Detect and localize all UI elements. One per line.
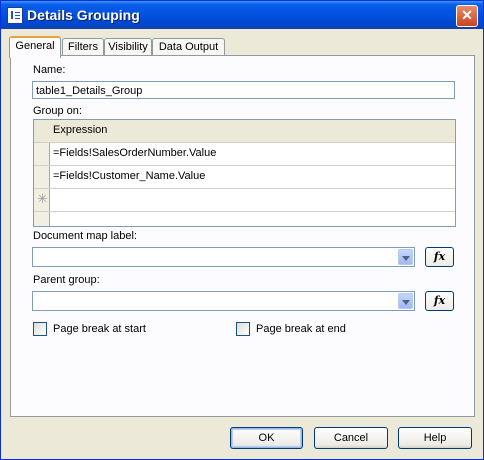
tab-visibility[interactable]: Visibility: [104, 38, 152, 56]
new-row[interactable]: ✳: [34, 189, 455, 212]
new-row-icon: ✳: [37, 191, 48, 206]
expression-cell[interactable]: =Fields!SalesOrderNumber.Value: [53, 147, 216, 159]
page-break-start-label: Page break at start: [53, 323, 146, 335]
page-break-start-checkbox[interactable]: Page break at start: [33, 322, 146, 336]
document-map-label: Document map label:: [33, 230, 137, 242]
parent-group-expression-button[interactable]: fx: [425, 291, 454, 311]
name-input[interactable]: table1_Details_Group: [32, 81, 455, 99]
checkbox-icon[interactable]: [33, 322, 47, 336]
document-map-expression-button[interactable]: fx: [425, 247, 454, 267]
ok-button[interactable]: OK: [230, 427, 303, 449]
title-bar[interactable]: Details Grouping ✕: [1, 1, 483, 29]
help-button[interactable]: Help: [398, 427, 472, 449]
tab-filters[interactable]: Filters: [62, 38, 104, 56]
document-map-combo[interactable]: [32, 247, 415, 267]
parent-group-combo[interactable]: [32, 291, 415, 311]
group-on-label: Group on:: [33, 105, 82, 117]
page-break-end-label: Page break at end: [256, 323, 346, 335]
close-button[interactable]: ✕: [456, 5, 478, 27]
name-label: Name:: [33, 64, 66, 76]
chevron-down-icon[interactable]: [398, 249, 413, 265]
details-grouping-dialog: Details Grouping ✕ General Filters Visib…: [0, 0, 484, 460]
table-row[interactable]: =Fields!SalesOrderNumber.Value: [34, 143, 455, 166]
checkbox-icon[interactable]: [236, 322, 250, 336]
general-tab-panel: Name: table1_Details_Group Group on: Exp…: [10, 55, 475, 417]
table-row[interactable]: =Fields!Customer_Name.Value: [34, 166, 455, 189]
tab-general[interactable]: General: [9, 36, 61, 58]
chevron-down-icon[interactable]: [398, 293, 413, 309]
dialog-icon: [7, 7, 23, 24]
expression-cell[interactable]: =Fields!Customer_Name.Value: [53, 170, 205, 182]
cancel-button[interactable]: Cancel: [314, 427, 388, 449]
group-on-grid: Expression =Fields!SalesOrderNumber.Valu…: [33, 119, 456, 227]
parent-group-label: Parent group:: [33, 274, 100, 286]
page-break-end-checkbox[interactable]: Page break at end: [236, 322, 346, 336]
grid-header-row: Expression: [34, 120, 455, 143]
tab-data-output[interactable]: Data Output: [152, 38, 225, 56]
expression-column-header: Expression: [53, 124, 108, 136]
dialog-title: Details Grouping: [27, 7, 140, 23]
